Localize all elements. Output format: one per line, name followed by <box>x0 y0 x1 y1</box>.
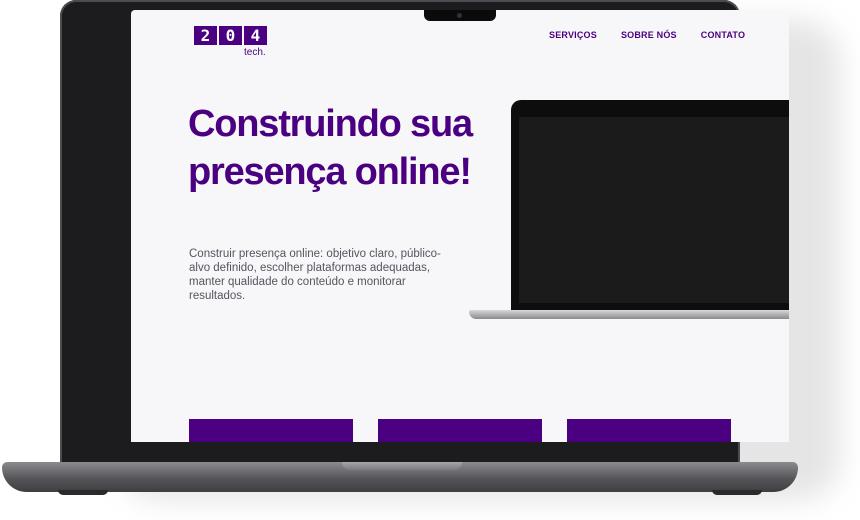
camera-icon <box>457 13 462 18</box>
nav-link-servicos[interactable]: SERVIÇOS <box>549 30 597 40</box>
logo-digit: 4 <box>244 26 267 45</box>
laptop-foot <box>712 490 762 495</box>
service-cards <box>189 419 731 442</box>
camera-notch <box>424 10 496 21</box>
laptop-base-groove <box>342 462 462 470</box>
laptop-frame: 2 0 4 tech. SERVIÇOS SOBRE NÓS CONTATO C… <box>60 0 789 464</box>
logo-digit: 0 <box>219 26 242 45</box>
logo[interactable]: 2 0 4 tech. <box>194 26 267 58</box>
hero-description: Construir presença online: objetivo clar… <box>189 248 441 302</box>
service-card[interactable] <box>378 419 542 442</box>
logo-subtitle: tech. <box>244 47 266 58</box>
website-screen: 2 0 4 tech. SERVIÇOS SOBRE NÓS CONTATO C… <box>131 10 789 442</box>
nav-link-sobre-nos[interactable]: SOBRE NÓS <box>621 30 677 40</box>
nav-link-contato[interactable]: CONTATO <box>701 30 745 40</box>
service-card[interactable] <box>567 419 731 442</box>
main-nav: SERVIÇOS SOBRE NÓS CONTATO <box>549 30 745 40</box>
laptop-illustration <box>469 100 789 330</box>
laptop-illustration-lid <box>511 100 789 312</box>
logo-digit: 2 <box>194 26 217 45</box>
laptop-illustration-screen <box>519 117 789 303</box>
laptop-base <box>2 462 798 492</box>
laptop-foot <box>58 490 108 495</box>
service-card[interactable] <box>189 419 353 442</box>
hero-title: Construindo sua presença online! <box>188 103 473 193</box>
logo-mark: 2 0 4 <box>194 26 267 45</box>
laptop-illustration-base <box>469 310 789 319</box>
